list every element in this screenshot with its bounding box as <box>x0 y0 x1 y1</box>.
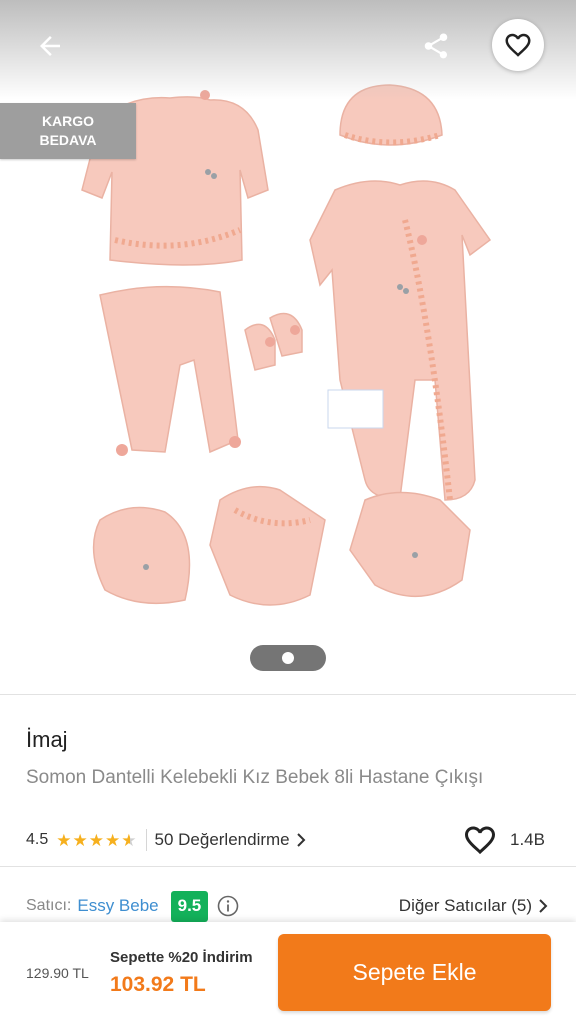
star-icon: ★ <box>72 830 88 850</box>
cargo-badge-line2: BEDAVA <box>39 132 97 148</box>
separator <box>145 829 147 851</box>
divider <box>0 866 576 867</box>
pager-dot-active <box>282 652 294 664</box>
top-shade <box>0 0 576 100</box>
free-shipping-badge: KARGO BEDAVA <box>0 103 136 159</box>
discounted-price: 103.92 TL <box>110 973 206 996</box>
image-pager[interactable] <box>250 645 326 671</box>
reviews-link[interactable]: 50 Değerlendirme <box>155 830 306 850</box>
heart-outline-icon <box>505 33 531 57</box>
star-icon: ★ <box>88 830 104 850</box>
share-icon <box>424 33 448 59</box>
old-price: 129.90 TL <box>26 965 89 981</box>
product-brand[interactable]: İmaj <box>26 727 68 753</box>
seller-score-badge: 9.5 <box>170 890 209 922</box>
favorite-button[interactable] <box>492 19 544 71</box>
star-half-icon: ★ <box>121 830 137 850</box>
divider <box>0 694 576 695</box>
chevron-right-icon <box>539 899 548 913</box>
add-to-cart-button[interactable]: Sepete Ekle <box>278 934 551 1011</box>
other-sellers-label: Diğer Satıcılar (5) <box>398 896 532 915</box>
product-image <box>81 84 492 606</box>
like-count: 1.4B <box>510 830 545 849</box>
discount-note: Sepette %20 İndirim <box>110 949 253 966</box>
star-icon: ★ <box>56 830 72 850</box>
rating-stars: ★ ★ ★ ★ ★ <box>56 832 137 849</box>
other-sellers-link[interactable]: Diğer Satıcılar (5) <box>399 896 548 916</box>
seller-label: Satıcı: <box>26 897 72 914</box>
reviews-label: 50 Değerlendirme <box>154 830 290 849</box>
heart-outline-icon <box>465 826 495 855</box>
star-icon: ★ <box>105 830 121 850</box>
arrow-left-icon <box>40 36 60 56</box>
info-icon[interactable] <box>216 894 240 918</box>
seller-link[interactable]: Essy Bebe <box>77 896 158 916</box>
product-title: Somon Dantelli Kelebekli Kız Bebek 8li H… <box>26 767 484 788</box>
product-gallery[interactable]: KARGO BEDAVA <box>0 0 576 694</box>
chevron-right-icon <box>296 833 306 847</box>
share-button[interactable] <box>410 22 462 70</box>
back-button[interactable] <box>24 22 76 70</box>
cargo-badge-line1: KARGO <box>41 113 95 129</box>
product-detail-screen: KARGO BEDAVA İmaj Somon Dantelli Kelebek… <box>0 0 576 1024</box>
like-button[interactable]: 1.4B <box>462 822 545 858</box>
rating-value: 4.5 <box>26 831 49 848</box>
